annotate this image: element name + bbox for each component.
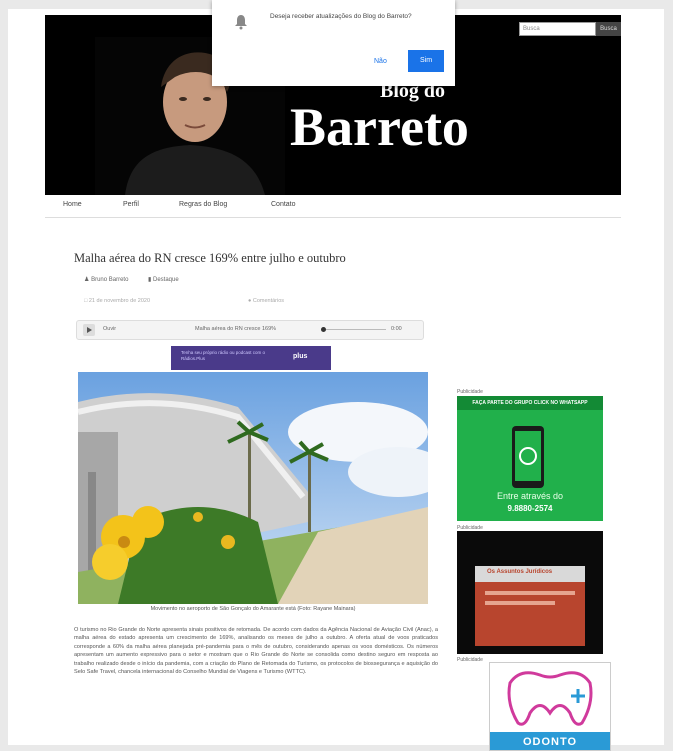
whatsapp-ad-header: FAÇA PARTE DO GRUPO CLICK NO WHATSAPP bbox=[457, 396, 603, 410]
audio-listen-label: Ouvir bbox=[103, 326, 117, 332]
post-body: O turismo no Rio Grande do Norte apresen… bbox=[74, 627, 438, 676]
post-category[interactable]: ▮ Destaque bbox=[148, 276, 179, 283]
banner-ad-brand: plus bbox=[293, 353, 308, 360]
whatsapp-icon bbox=[515, 431, 541, 481]
odonto-brand: ODONTO bbox=[490, 732, 610, 750]
nav-item-regras[interactable]: Regras do Blog bbox=[179, 201, 227, 208]
user-icon: ♟ bbox=[84, 277, 90, 283]
nav-item-contato[interactable]: Contato bbox=[271, 201, 296, 208]
decline-button[interactable]: Não bbox=[374, 58, 387, 65]
post-author-name: Bruno Barreto bbox=[91, 277, 129, 283]
search-button[interactable]: Busca bbox=[596, 22, 621, 36]
banner-ad-text: Tenha seu próprio rádio ou podcast com o… bbox=[181, 350, 266, 361]
post-title[interactable]: Malha aérea do RN cresce 169% entre julh… bbox=[74, 251, 346, 266]
odonto-ad[interactable]: ODONTO bbox=[489, 662, 611, 751]
sidebar-label: Publicidade bbox=[457, 389, 483, 395]
calendar-icon: □ bbox=[84, 298, 88, 304]
book-ad[interactable]: Os Assuntos Jurídicos bbox=[457, 531, 603, 654]
sidebar-label: Publicidade bbox=[457, 657, 483, 663]
blog-logo-large: Barreto bbox=[290, 97, 469, 157]
comment-icon: ● bbox=[248, 298, 252, 304]
post-category-name: Destaque bbox=[152, 277, 179, 283]
radios-plus-banner-ad[interactable]: Tenha seu próprio rádio ou podcast com o… bbox=[171, 346, 331, 370]
bell-icon bbox=[235, 15, 247, 30]
whatsapp-group-ad[interactable]: FAÇA PARTE DO GRUPO CLICK NO WHATSAPP En… bbox=[457, 396, 603, 521]
book-title: Os Assuntos Jurídicos bbox=[487, 569, 553, 575]
nav-item-perfil[interactable]: Perfil bbox=[123, 201, 139, 208]
notification-permission-dialog: Deseja receber atualizações do Blog do B… bbox=[212, 0, 455, 86]
post-author[interactable]: ♟ Bruno Barreto bbox=[84, 276, 128, 283]
whatsapp-number: 9.8880-2574 bbox=[507, 504, 553, 513]
whatsapp-ad-text: Entre através do bbox=[496, 491, 564, 501]
post-comments[interactable]: ● Comentários bbox=[248, 298, 284, 304]
folder-icon: ▮ bbox=[148, 277, 152, 283]
search-input[interactable]: Busca bbox=[519, 22, 596, 36]
post-comments-text: Comentários bbox=[252, 298, 285, 304]
notification-message: Deseja receber atualizações do Blog do B… bbox=[270, 13, 412, 20]
phone-icon bbox=[512, 426, 544, 488]
audio-progress-track[interactable] bbox=[326, 329, 386, 330]
book-cover-image bbox=[475, 566, 585, 646]
audio-track-title: Malha aérea do RN cresce 169% bbox=[195, 326, 277, 332]
play-icon[interactable] bbox=[83, 324, 95, 336]
photo-caption: Movimento no aeroporto de São Gonçalo do… bbox=[150, 606, 356, 612]
post-date: □ 21 de novembro de 2020 bbox=[84, 298, 150, 304]
nav-item-home[interactable]: Home bbox=[63, 201, 82, 208]
post-date-text: 21 de novembro de 2020 bbox=[88, 298, 151, 304]
main-navigation: Home Perfil Regras do Blog Contato bbox=[45, 195, 621, 218]
accept-button[interactable]: Sim bbox=[408, 50, 444, 72]
audio-time: 0:00 bbox=[391, 326, 402, 332]
tooth-logo-icon bbox=[507, 671, 593, 726]
audio-player: Ouvir Malha aérea do RN cresce 169% 0:00 bbox=[76, 320, 424, 340]
airport-photo[interactable] bbox=[78, 372, 428, 604]
